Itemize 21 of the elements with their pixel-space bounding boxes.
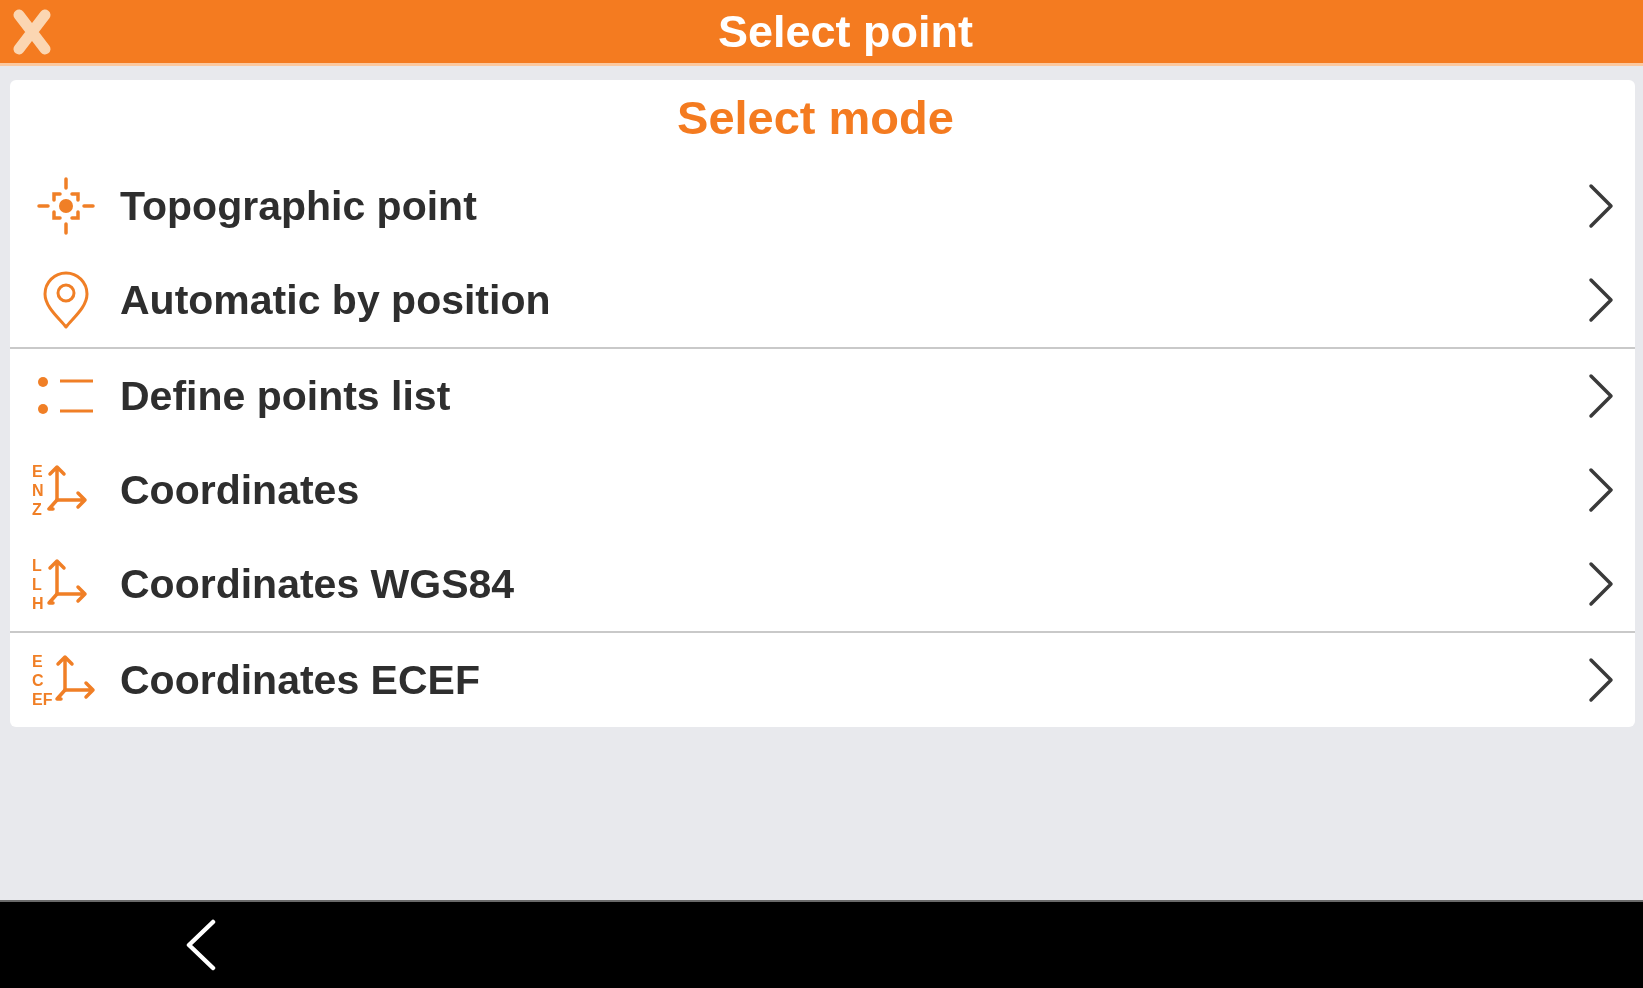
axis-letters: E N Z	[32, 461, 44, 519]
menu-item[interactable]: Automatic by position	[10, 253, 1635, 347]
crosshair-icon	[37, 177, 95, 235]
chevron-right-icon	[1588, 373, 1614, 419]
chevron-right-icon	[1588, 277, 1614, 323]
menu-item[interactable]: L L H Coordinates WGS84	[10, 537, 1635, 631]
menu-item[interactable]: E N Z Coordinates	[10, 443, 1635, 537]
chevron-right-icon	[1588, 561, 1614, 607]
back-button[interactable]	[185, 919, 217, 971]
location-pin-icon	[41, 269, 91, 331]
menu-item[interactable]: Define points list	[10, 349, 1635, 443]
axis-letters: L L H	[32, 555, 44, 613]
menu-item[interactable]: Topographic point	[10, 159, 1635, 253]
chevron-left-icon	[185, 919, 217, 971]
menu-item[interactable]: E C EF Coordinates ECEF	[10, 633, 1635, 727]
chevron-right-icon	[1588, 183, 1614, 229]
card-title: Select mode	[676, 89, 955, 146]
chevron-right-icon	[1588, 467, 1614, 513]
axis-letters: E C EF	[32, 651, 53, 709]
chevron-right-icon	[1588, 657, 1614, 703]
screen-title: Select point	[717, 5, 973, 58]
